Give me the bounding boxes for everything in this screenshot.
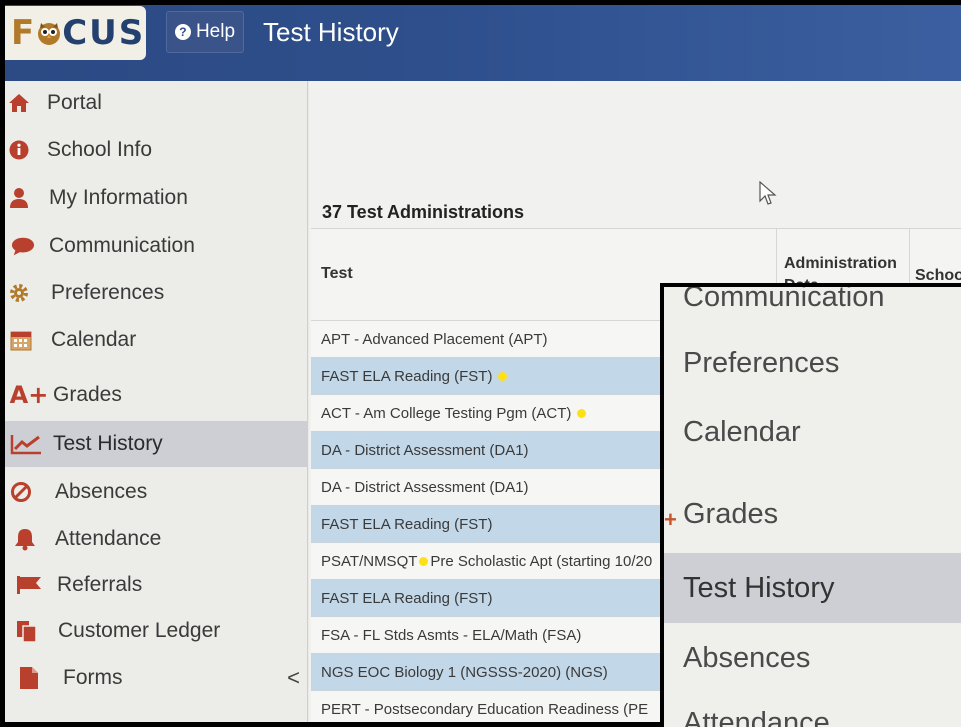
sidebar-item-label: My Information	[49, 186, 188, 209]
sidebar-item-referrals[interactable]: Referrals	[5, 563, 308, 607]
test-name-part: PSAT/NMSQT	[321, 552, 418, 570]
sidebar-item-forms[interactable]: Forms <	[5, 656, 308, 700]
test-name-part: Pre Scholastic Apt (starting 10/20	[430, 552, 653, 570]
sidebar-item-label: Communication	[49, 234, 195, 257]
focus-logo[interactable]: F CUS	[5, 6, 146, 60]
grade-a-plus-icon: A+	[9, 381, 49, 409]
info-icon	[7, 138, 31, 162]
person-icon	[7, 186, 31, 210]
zoom-item-attendance: Attendance	[683, 707, 830, 727]
sidebar-item-label: Calendar	[51, 328, 137, 351]
test-count-heading: 37 Test Administrations	[322, 202, 525, 222]
sidebar-item-label: School Info	[47, 138, 153, 161]
sidebar-item-grades[interactable]: A+ Grades	[5, 373, 308, 417]
zoom-inset: Communication Preferences Calendar + Gra…	[660, 283, 961, 727]
zoom-inset-content: Communication Preferences Calendar + Gra…	[664, 287, 961, 727]
sidebar-item-label: Customer Ledger	[58, 619, 221, 642]
bell-icon	[13, 527, 37, 551]
sidebar-item-calendar[interactable]: Calendar	[5, 318, 308, 362]
test-name: APT - Advanced Placement (APT)	[321, 330, 548, 348]
grade-plus-icon: +	[664, 507, 677, 532]
help-button[interactable]: ? Help	[166, 11, 244, 53]
zoom-item-grades: Grades	[683, 498, 779, 530]
zoom-item-absences: Absences	[683, 642, 811, 674]
page-title: Test History	[263, 17, 399, 47]
owl-logo-icon	[38, 23, 61, 45]
sidebar-item-label: Portal	[47, 91, 102, 114]
status-dot-icon	[498, 371, 508, 381]
column-header-test[interactable]: Test	[321, 265, 353, 283]
logo-wordmark: F CUS	[11, 13, 146, 53]
test-name: FAST ELA Reading (FST)	[321, 589, 493, 607]
sidebar-item-label: Grades	[53, 383, 122, 406]
test-name: DA - District Assessment (DA1)	[321, 441, 529, 459]
sidebar-item-label: Attendance	[55, 527, 162, 550]
sidebar-item-label: Absences	[55, 480, 148, 503]
sidebar-item-label: Forms	[63, 666, 123, 689]
prohibited-icon	[9, 480, 33, 504]
sidebar-item-preferences[interactable]: Preferences	[5, 271, 308, 315]
sidebar-item-absences[interactable]: Absences	[5, 470, 308, 514]
test-name: FAST ELA Reading (FST)	[321, 515, 493, 533]
chevron-left-icon[interactable]: <	[287, 665, 300, 691]
test-name: ACT - Am College Testing Pgm (ACT)	[321, 404, 572, 422]
test-name: DA - District Assessment (DA1)	[321, 478, 529, 496]
sidebar: Portal School Info My Information Commun…	[5, 81, 308, 722]
sidebar-item-my-information[interactable]: My Information	[5, 176, 308, 220]
top-bar: F CUS ? Help Test History	[5, 5, 961, 81]
sidebar-item-school-info[interactable]: School Info	[5, 128, 308, 172]
test-name: NGS EOC Biology 1 (NGSSS-2020) (NGS)	[321, 663, 608, 681]
test-name: PERT - Postsecondary Education Readiness…	[321, 700, 649, 718]
sidebar-item-label: Preferences	[51, 281, 165, 304]
zoom-item-preferences: Preferences	[683, 347, 840, 379]
sidebar-item-customer-ledger[interactable]: Customer Ledger	[5, 609, 308, 653]
status-dot-icon	[577, 408, 587, 418]
sidebar-item-attendance[interactable]: Attendance	[5, 517, 308, 561]
home-icon	[7, 91, 31, 115]
test-name: FSA - FL Stds Asmts - ELA/Math (FSA)	[321, 626, 582, 644]
question-icon: ?	[174, 24, 191, 40]
sidebar-item-portal[interactable]: Portal	[5, 81, 308, 125]
ledger-icon	[15, 619, 39, 643]
flag-icon	[15, 573, 43, 597]
zoom-item-calendar: Calendar	[683, 416, 801, 448]
zoom-item-test-history: Test History	[683, 572, 835, 604]
sidebar-item-label: Test History	[53, 432, 163, 455]
sidebar-item-communication[interactable]: Communication	[5, 224, 308, 268]
mouse-cursor-icon	[759, 180, 777, 212]
test-name: FAST ELA Reading (FST)	[321, 367, 493, 385]
gear-icon	[7, 281, 31, 305]
trend-chart-icon	[9, 432, 43, 456]
chat-bubble-icon	[11, 234, 35, 258]
zoom-item-communication: Communication	[683, 287, 885, 313]
status-dot-icon	[419, 556, 429, 566]
document-icon	[17, 666, 41, 690]
sidebar-item-test-history[interactable]: Test History	[5, 421, 308, 467]
help-label: Help	[195, 21, 236, 42]
calendar-icon	[9, 328, 33, 352]
sidebar-item-label: Referrals	[57, 573, 143, 596]
